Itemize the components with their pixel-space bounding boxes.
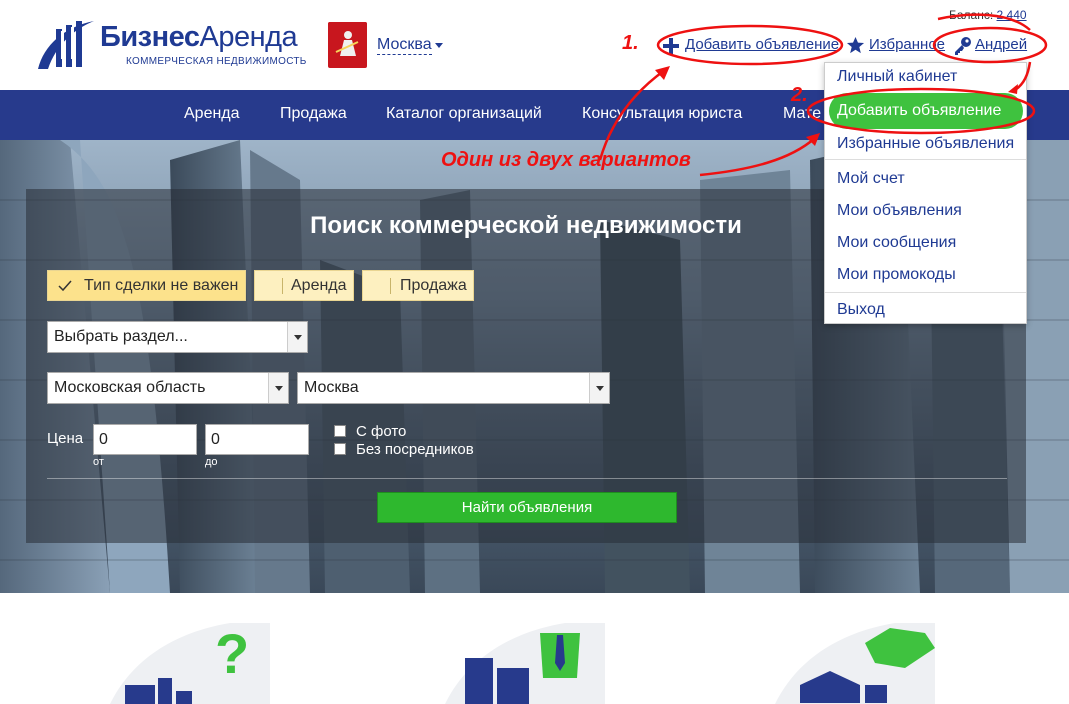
logo-title: БизнесАренда xyxy=(100,21,298,53)
with-photo-checkbox[interactable] xyxy=(334,425,346,437)
nav-item-materials[interactable]: Мате xyxy=(783,105,821,123)
nav-item-sale[interactable]: Продажа xyxy=(280,105,347,123)
nav-item-catalog[interactable]: Каталог организаций xyxy=(386,105,542,123)
panel-divider xyxy=(47,478,1007,479)
menu-item-my-account[interactable]: Мой счет xyxy=(837,170,905,188)
price-to-input[interactable]: 0 xyxy=(205,424,309,455)
chevron-down-icon[interactable] xyxy=(589,373,609,403)
with-photo-label[interactable]: С фото xyxy=(356,423,406,440)
city-select[interactable]: Москва xyxy=(297,372,610,404)
section-select[interactable]: Выбрать раздел... xyxy=(47,321,308,353)
balance-value[interactable]: 2 440 xyxy=(997,8,1027,22)
deal-type-sale-chip[interactable]: Продажа xyxy=(362,270,474,301)
chip-divider xyxy=(390,278,391,294)
nav-item-lawyer[interactable]: Консультация юриста xyxy=(582,105,742,123)
business-buildings-icon xyxy=(445,623,605,704)
menu-item-my-messages[interactable]: Мои сообщения xyxy=(837,234,956,252)
menu-item-favorites[interactable]: Избранные объявления xyxy=(837,135,1014,153)
price-label: Цена xyxy=(47,430,84,447)
region-select[interactable]: Московская область xyxy=(47,372,289,404)
site-logo[interactable]: БизнесАренда КОММЕРЧЕСКАЯ НЕДВИЖИМОСТЬ xyxy=(34,15,307,75)
add-listing-link[interactable]: Добавить объявление xyxy=(685,36,839,53)
logo-subtitle: КОММЕРЧЕСКАЯ НЕДВИЖИМОСТЬ xyxy=(126,56,307,67)
chevron-down-icon[interactable] xyxy=(268,373,288,403)
annotation-text: Один из двух вариантов xyxy=(441,149,691,171)
chevron-down-icon[interactable] xyxy=(435,43,443,48)
moscow-coat-of-arms-icon xyxy=(328,22,367,68)
menu-item-my-listings[interactable]: Мои объявления xyxy=(837,202,962,220)
menu-item-logout[interactable]: Выход xyxy=(837,301,885,319)
balance: Баланс: 2 440 xyxy=(949,8,1027,22)
menu-item-my-promocodes[interactable]: Мои промокоды xyxy=(837,266,956,284)
price-from-input[interactable]: 0 xyxy=(93,424,197,455)
building-question-icon: ? xyxy=(110,623,270,704)
features-section: ? xyxy=(0,593,1069,704)
check-icon xyxy=(58,280,72,292)
logo-mark-icon xyxy=(38,21,94,69)
menu-item-account[interactable]: Личный кабинет xyxy=(837,68,957,86)
plus-icon[interactable] xyxy=(662,37,680,55)
key-icon[interactable] xyxy=(953,36,973,56)
menu-item-add-listing[interactable]: Добавить объявление xyxy=(837,102,1001,120)
nav-item-rent[interactable]: Аренда xyxy=(184,105,240,123)
star-icon[interactable] xyxy=(846,36,865,55)
find-listings-button[interactable]: Найти объявления xyxy=(377,492,677,523)
city-selector[interactable]: Москва xyxy=(377,36,432,55)
menu-divider xyxy=(825,292,1026,293)
handshake-house-icon xyxy=(775,623,935,704)
no-agents-label[interactable]: Без посредников xyxy=(356,441,474,458)
price-to-label: до xyxy=(205,456,218,468)
chevron-down-icon[interactable] xyxy=(287,322,307,352)
menu-divider xyxy=(825,159,1026,160)
user-menu-link[interactable]: Андрей xyxy=(975,36,1027,53)
annotation-number-1: 1. xyxy=(622,32,639,54)
svg-text:?: ? xyxy=(215,623,249,685)
chip-divider xyxy=(282,278,283,294)
price-from-label: от xyxy=(93,456,104,468)
deal-type-any-chip[interactable]: Тип сделки не важен xyxy=(47,270,246,301)
annotation-number-2: 2. xyxy=(791,84,808,106)
deal-type-rent-chip[interactable]: Аренда xyxy=(254,270,354,301)
no-agents-checkbox[interactable] xyxy=(334,443,346,455)
favorites-link[interactable]: Избранное xyxy=(869,36,945,53)
user-dropdown-menu: Личный кабинет Добавить объявление Избра… xyxy=(824,62,1027,324)
